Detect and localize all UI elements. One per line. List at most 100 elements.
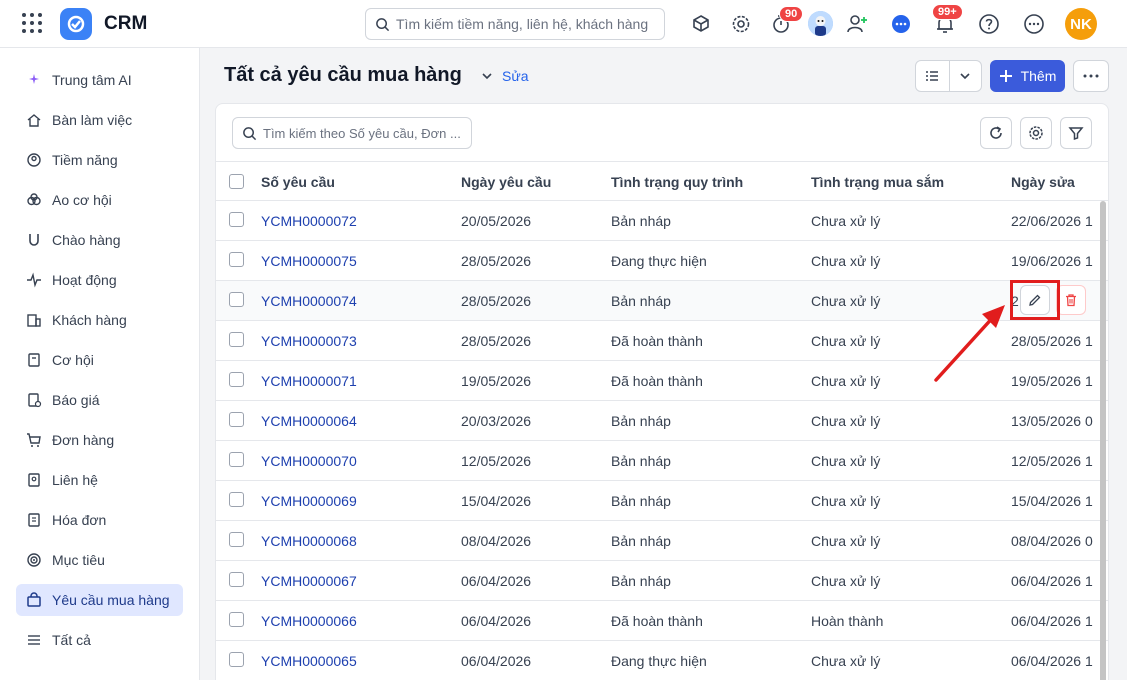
table-row[interactable]: YCMH0000066 06/04/2026 Đã hoàn thành Hoàn t…	[216, 601, 1108, 641]
add-user-icon[interactable]	[844, 11, 870, 37]
more-options-button[interactable]	[1073, 60, 1109, 92]
sidebar-item[interactable]: Tất cả	[16, 624, 183, 656]
request-code-link[interactable]: YCMH0000075	[261, 253, 357, 269]
table-search[interactable]	[232, 117, 472, 149]
table-row[interactable]: YCMH0000064 20/03/2026 Bản nháp Chưa xử lý 1…	[216, 401, 1108, 441]
pool-icon	[27, 193, 41, 206]
request-code-link[interactable]: YCMH0000066	[261, 613, 357, 629]
chevron-down-icon[interactable]	[479, 68, 495, 84]
delete-row-button[interactable]	[1056, 285, 1086, 315]
row-checkbox[interactable]	[229, 572, 244, 587]
purchase-status: Chưa xử lý	[811, 653, 881, 669]
column-header[interactable]: Số yêu cầu	[261, 174, 335, 190]
row-checkbox[interactable]	[229, 612, 244, 627]
sidebar-item[interactable]: Tiềm năng	[16, 144, 183, 176]
request-code-link[interactable]: YCMH0000068	[261, 533, 357, 549]
sidebar-item[interactable]: Hoạt động	[16, 264, 183, 296]
process-status: Bản nháp	[611, 493, 671, 509]
sidebar-item[interactable]: Cơ hội	[16, 344, 183, 376]
sidebar-item[interactable]: Trung tâm AI	[16, 64, 183, 96]
crm-logo-icon[interactable]	[60, 8, 92, 40]
table-row[interactable]: YCMH0000065 06/04/2026 Đang thực hiện Chưa …	[216, 641, 1108, 680]
scrollbar[interactable]	[1100, 201, 1106, 680]
request-code-link[interactable]: YCMH0000069	[261, 493, 357, 509]
modified-date: 22/06/2026 1	[1011, 213, 1093, 229]
request-code-link[interactable]: YCMH0000074	[261, 293, 357, 309]
annotation-arrow-icon	[934, 305, 1005, 382]
list-view-icon[interactable]	[924, 68, 940, 84]
process-status: Bản nháp	[611, 533, 671, 549]
request-code-link[interactable]: YCMH0000064	[261, 413, 357, 429]
process-status: Đang thực hiện	[611, 253, 707, 269]
edit-view-link[interactable]: Sửa	[502, 68, 529, 84]
search-icon	[243, 127, 257, 141]
add-button[interactable]: Thêm	[990, 60, 1065, 92]
modified-date: 28/05/2026 1	[1011, 333, 1093, 349]
sidebar-item[interactable]: Mục tiêu	[16, 544, 183, 576]
request-date: 28/05/2026	[461, 253, 532, 269]
process-status: Bản nháp	[611, 453, 671, 469]
table-row[interactable]: YCMH0000075 28/05/2026 Đang thực hiện Chưa …	[216, 241, 1108, 281]
apps-grid-icon[interactable]	[22, 13, 42, 33]
gear-icon[interactable]	[728, 11, 754, 37]
row-checkbox[interactable]	[229, 292, 244, 307]
help-icon[interactable]	[976, 11, 1002, 37]
modified-date: 19/05/2026 1	[1011, 373, 1093, 389]
list-icon	[28, 635, 40, 645]
row-checkbox[interactable]	[229, 492, 244, 507]
settings-button[interactable]	[1020, 117, 1052, 149]
column-header[interactable]: Ngày yêu cầu	[461, 174, 551, 190]
sidebar-item-label: Chào hàng	[52, 232, 121, 248]
sidebar-item-label: Đơn hàng	[52, 432, 115, 448]
column-header[interactable]: Tình trạng quy trình	[611, 174, 743, 190]
sidebar-item[interactable]: Bàn làm việc	[16, 104, 183, 136]
user-avatar[interactable]	[808, 11, 833, 36]
column-header[interactable]: Ngày sửa	[1011, 174, 1075, 190]
global-search[interactable]	[365, 8, 665, 40]
sidebar-item[interactable]: Báo giá	[16, 384, 183, 416]
box-search-icon[interactable]	[688, 11, 714, 37]
search-icon	[376, 18, 390, 32]
sidebar-item[interactable]: Đơn hàng	[16, 424, 183, 456]
sidebar-item[interactable]: Yêu cầu mua hàng	[16, 584, 183, 616]
table-card: Số yêu cầu Ngày yêu cầu Tình trạng quy t…	[215, 103, 1109, 680]
request-code-link[interactable]: YCMH0000072	[261, 213, 357, 229]
row-checkbox[interactable]	[229, 452, 244, 467]
request-code-link[interactable]: YCMH0000065	[261, 653, 357, 669]
sidebar-item[interactable]: Hóa đơn	[16, 504, 183, 536]
row-checkbox[interactable]	[229, 532, 244, 547]
request-code-link[interactable]: YCMH0000073	[261, 333, 357, 349]
sidebar-item[interactable]: Khách hàng	[16, 304, 183, 336]
plus-icon	[999, 70, 1012, 82]
row-checkbox[interactable]	[229, 332, 244, 347]
timer-badge: 90	[779, 6, 804, 22]
select-all-checkbox[interactable]	[229, 174, 244, 189]
global-search-input[interactable]	[396, 14, 656, 34]
request-code-link[interactable]: YCMH0000071	[261, 373, 357, 389]
modified-date: 13/05/2026 0	[1011, 413, 1093, 429]
filter-button[interactable]	[1060, 117, 1092, 149]
more-icon[interactable]	[1021, 11, 1047, 37]
table-row[interactable]: YCMH0000072 20/05/2026 Bản nháp Chưa xử lý 2…	[216, 201, 1108, 241]
user-initials-avatar[interactable]: NK	[1065, 8, 1097, 40]
sidebar-item[interactable]: Liên hệ	[16, 464, 183, 496]
table-search-input[interactable]	[263, 124, 468, 142]
table-row[interactable]: YCMH0000069 15/04/2026 Bản nháp Chưa xử lý 1…	[216, 481, 1108, 521]
table-row[interactable]: YCMH0000068 08/04/2026 Bản nháp Chưa xử lý 0…	[216, 521, 1108, 561]
table-row[interactable]: YCMH0000070 12/05/2026 Bản nháp Chưa xử lý 1…	[216, 441, 1108, 481]
sidebar-item[interactable]: Chào hàng	[16, 224, 183, 256]
chat-icon[interactable]	[888, 11, 914, 37]
row-checkbox[interactable]	[229, 212, 244, 227]
refresh-button[interactable]	[980, 117, 1012, 149]
row-checkbox[interactable]	[229, 412, 244, 427]
request-code-link[interactable]: YCMH0000067	[261, 573, 357, 589]
row-checkbox[interactable]	[229, 372, 244, 387]
sidebar-item[interactable]: Ao cơ hội	[16, 184, 183, 216]
row-checkbox[interactable]	[229, 252, 244, 267]
column-header[interactable]: Tình trạng mua sắm	[811, 174, 944, 190]
request-code-link[interactable]: YCMH0000070	[261, 453, 357, 469]
table-row[interactable]: YCMH0000067 06/04/2026 Bản nháp Chưa xử lý 0…	[216, 561, 1108, 601]
chevron-down-icon[interactable]	[957, 68, 973, 84]
contact-icon	[28, 473, 40, 487]
row-checkbox[interactable]	[229, 652, 244, 667]
